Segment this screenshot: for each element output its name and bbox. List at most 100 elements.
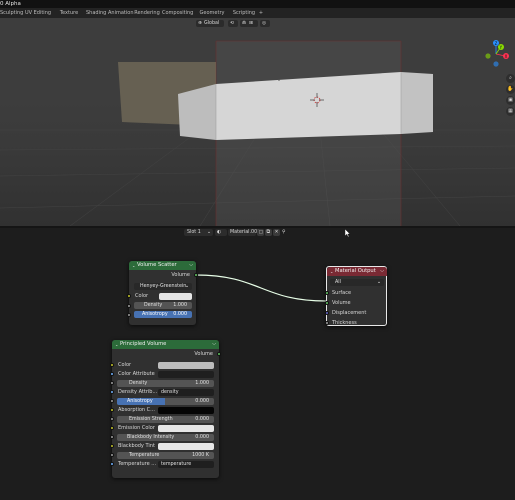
- material-output-header[interactable]: ⌄ Material Output ⌵: [327, 267, 387, 276]
- color-swatch[interactable]: [159, 293, 192, 300]
- proportional-edit-icon: ◎: [262, 21, 267, 26]
- volume-label: Volume: [332, 300, 351, 306]
- tab-uv-editing[interactable]: UV Editing: [24, 8, 52, 18]
- mouse-cursor-icon: [345, 229, 350, 237]
- temperature-attribute-field[interactable]: temperature: [158, 460, 214, 468]
- orientation-label: Global: [204, 21, 220, 26]
- preview-toggle-icon[interactable]: ⌵: [189, 261, 193, 270]
- node-links: [195, 274, 327, 302]
- temperature-socket[interactable]: [110, 453, 114, 457]
- output-volume-socket[interactable]: [194, 273, 198, 277]
- surface-socket[interactable]: [325, 291, 329, 295]
- output-volume-socket[interactable]: [217, 352, 221, 356]
- density-field[interactable]: Density 1.000: [134, 302, 192, 309]
- collapse-chevron-icon[interactable]: ⌄: [132, 261, 135, 270]
- volume-scatter-header[interactable]: ⌄ Volume Scatter ⌵: [129, 261, 196, 270]
- anisotropy-value: 0.000: [195, 398, 209, 404]
- 3d-viewport[interactable]: Z X Y ⊕ Global ⟲ ⋒ ⊞ ◎ ⌕ ✋ ▣ ▦: [0, 18, 515, 226]
- density-socket[interactable]: [110, 381, 114, 385]
- absorption-color-swatch[interactable]: [158, 406, 214, 414]
- camera-view-icon[interactable]: ▣: [506, 96, 515, 105]
- temperature-attribute-socket[interactable]: [110, 462, 114, 466]
- absorption-color-label: Absorption C...: [118, 407, 155, 413]
- collapse-chevron-icon[interactable]: ⌄: [330, 267, 333, 276]
- collapse-chevron-icon[interactable]: ⌄: [115, 340, 118, 349]
- density-attribute-field[interactable]: density: [158, 388, 214, 396]
- chevron-down-icon: ⌄: [184, 284, 189, 289]
- tab-animation[interactable]: Animation: [108, 8, 134, 18]
- tab-scripting[interactable]: Scripting: [232, 8, 256, 18]
- tab-compositing[interactable]: Compositing: [162, 8, 193, 18]
- anisotropy-value: 0.000: [173, 312, 187, 317]
- anisotropy-field[interactable]: Anisotropy 0.000: [134, 311, 192, 318]
- workspace-tabs-bar: Sculpting UV Editing Texture Paint Shadi…: [0, 8, 515, 26]
- temperature-field[interactable]: Temperature 1000 K: [117, 451, 214, 459]
- color-label: Color: [118, 362, 132, 368]
- emission-strength-socket[interactable]: [110, 417, 114, 421]
- anisotropy-socket[interactable]: [127, 313, 131, 317]
- perspective-toggle-icon[interactable]: ▦: [506, 107, 515, 116]
- volume-scatter-node[interactable]: ⌄ Volume Scatter ⌵ Volume Henyey-Greenst…: [127, 261, 198, 325]
- node-title: Material Output: [335, 268, 376, 274]
- zoom-icon[interactable]: ⌕: [506, 74, 515, 83]
- preview-toggle-icon[interactable]: ⌵: [380, 267, 384, 276]
- snapping-toggle[interactable]: ⋒ ⊞: [240, 20, 258, 27]
- density-label: Density: [144, 303, 163, 308]
- pivot-point-button[interactable]: ⟲: [228, 20, 238, 27]
- principled-volume-node[interactable]: ⌄ Principled Volume ⌵ Volume Color Color…: [110, 340, 221, 478]
- tab-texture-paint[interactable]: Texture Paint: [54, 8, 84, 26]
- color-swatch[interactable]: [158, 361, 214, 369]
- phase-dropdown[interactable]: Henyey-Greenstein ⌄: [134, 283, 192, 290]
- color-socket[interactable]: [110, 363, 114, 367]
- target-value: All: [335, 280, 341, 285]
- volume-socket[interactable]: [325, 301, 329, 305]
- target-dropdown[interactable]: All ⌄: [330, 279, 384, 286]
- blackbody-intensity-field[interactable]: Blackbody Intensity 0.000: [117, 433, 214, 441]
- emission-color-swatch[interactable]: [158, 424, 214, 432]
- orientation-dropdown[interactable]: ⊕ Global: [196, 20, 224, 27]
- blackbody-tint-socket[interactable]: [110, 444, 114, 448]
- color-attribute-socket[interactable]: [110, 372, 114, 376]
- color-attribute-field[interactable]: [158, 370, 214, 378]
- output-volume-label: Volume: [171, 272, 190, 278]
- displacement-socket[interactable]: [325, 311, 329, 315]
- blackbody-tint-label: Blackbody Tint: [118, 443, 155, 449]
- gizmo-neg-z-icon[interactable]: [493, 61, 499, 67]
- proportional-edit-button[interactable]: ◎: [260, 20, 270, 27]
- temperature-label: Temperature: [129, 452, 160, 458]
- thickness-socket[interactable]: [325, 321, 329, 325]
- node-title: Volume Scatter: [137, 262, 177, 268]
- pan-hand-icon[interactable]: ✋: [506, 85, 515, 94]
- density-attribute-socket[interactable]: [110, 390, 114, 394]
- anisotropy-field[interactable]: Anisotropy 0.000: [117, 397, 214, 405]
- navigation-gizmo[interactable]: Z X Y: [485, 40, 509, 67]
- density-socket[interactable]: [127, 304, 131, 308]
- absorption-color-socket[interactable]: [110, 408, 114, 412]
- preview-toggle-icon[interactable]: ⌵: [212, 340, 216, 349]
- volume-link[interactable]: [195, 274, 327, 302]
- anisotropy-socket[interactable]: [110, 399, 114, 403]
- tab-sculpting[interactable]: Sculpting: [0, 8, 23, 18]
- anisotropy-label: Anisotropy: [142, 312, 168, 317]
- chevron-down-icon: ⌄: [376, 280, 381, 285]
- shader-node-editor[interactable]: Slot 1 ⌄ ◐ Material.001 ▢ ⧉ ✕ ⚲ ⌄ Volume…: [0, 228, 515, 500]
- color-socket[interactable]: [127, 294, 131, 298]
- tab-rendering[interactable]: Rendering: [134, 8, 160, 18]
- density-label: Density: [129, 380, 148, 386]
- tab-geometry-nodes[interactable]: Geometry Nodes: [194, 8, 230, 26]
- blackbody-tint-swatch[interactable]: [158, 442, 214, 450]
- emission-color-socket[interactable]: [110, 426, 114, 430]
- gizmo-x-label: X: [505, 54, 508, 59]
- principled-volume-header[interactable]: ⌄ Principled Volume ⌵: [112, 340, 219, 349]
- density-field[interactable]: Density 1.000: [117, 379, 214, 387]
- gizmo-y-label: Y: [499, 45, 503, 50]
- blackbody-intensity-label: Blackbody Intensity: [127, 434, 175, 440]
- add-workspace-button[interactable]: +: [257, 8, 265, 18]
- displacement-label: Displacement: [332, 310, 367, 316]
- density-attribute-value: density: [161, 389, 179, 395]
- material-output-node[interactable]: ⌄ Material Output ⌵ All ⌄ Surface Volume…: [325, 266, 387, 326]
- emission-strength-field[interactable]: Emission Strength 0.000: [117, 415, 214, 423]
- tab-shading[interactable]: Shading: [86, 8, 106, 18]
- gizmo-neg-y-icon[interactable]: [485, 53, 491, 59]
- blackbody-intensity-socket[interactable]: [110, 435, 114, 439]
